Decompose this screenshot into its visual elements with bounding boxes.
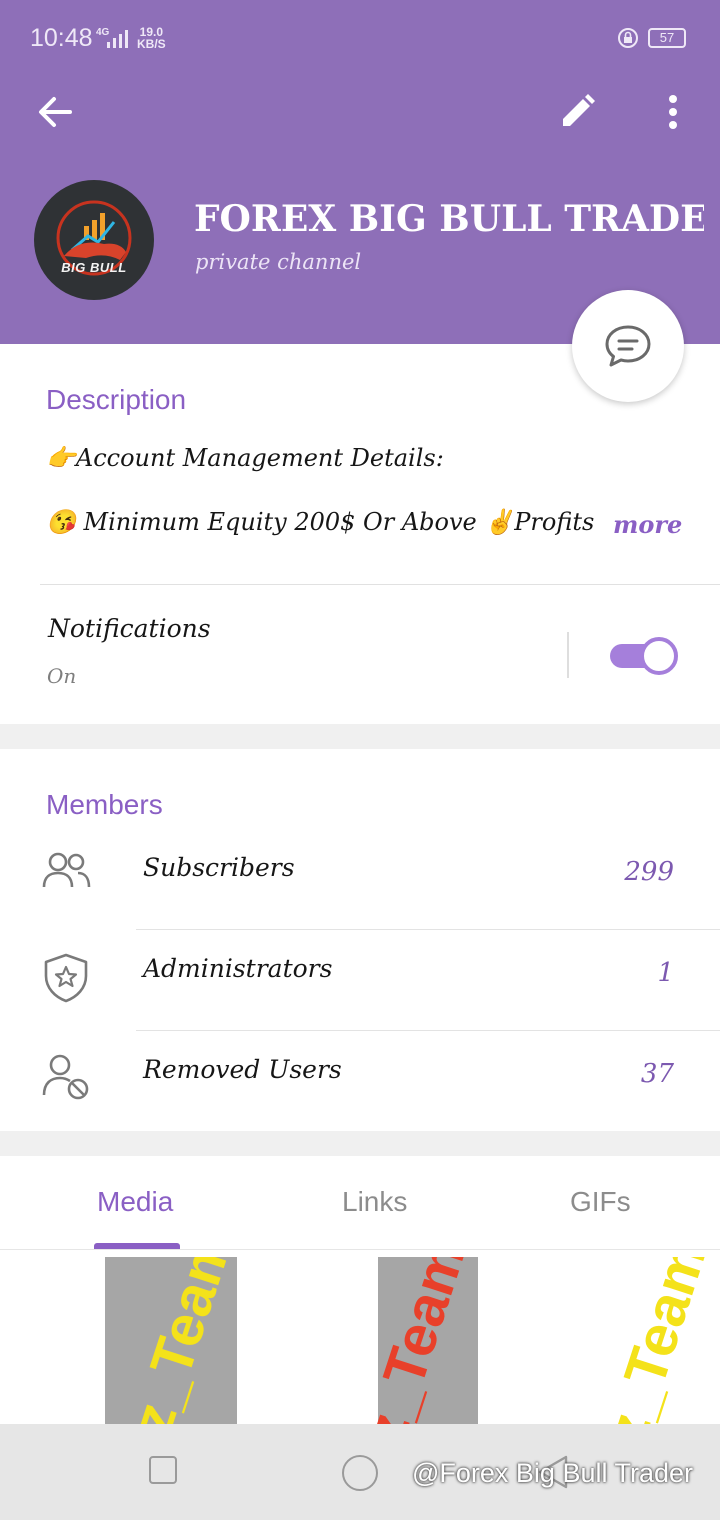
members-row-count: 299: [624, 857, 674, 887]
members-row-subscribers[interactable]: Subscribers 299: [0, 829, 720, 929]
avatar-logo-text: BIG BULL: [61, 260, 127, 275]
media-thumbnail[interactable]: z_Team: [241, 1257, 478, 1424]
toggle-knob: [640, 637, 678, 675]
notifications-status: On: [47, 664, 77, 688]
members-row-label: Removed Users: [143, 1055, 342, 1084]
more-link[interactable]: more: [613, 510, 682, 539]
tabs-divider: [0, 1249, 720, 1250]
description-line-1: 👉Account Management Details:: [46, 444, 444, 472]
thumbnail-watermark: z_Team: [592, 1257, 720, 1424]
chat-bubble-icon: [605, 325, 651, 367]
tab-gifs[interactable]: GIFs: [570, 1186, 631, 1218]
members-row-administrators[interactable]: Administrators 1: [0, 930, 720, 1030]
video-watermark: @Forex Big Bull Trader: [412, 1458, 694, 1488]
more-options-icon[interactable]: [668, 94, 678, 130]
members-row-label: Subscribers: [143, 853, 295, 882]
user-blocked-icon: [42, 1054, 89, 1100]
battery-indicator: 57: [648, 28, 686, 48]
network-speed: 19.0 KB/S: [137, 26, 166, 50]
members-row-count: 1: [657, 958, 674, 988]
shared-media-card: Media Links GIFs z_Team z_Team z_Team: [0, 1156, 720, 1424]
members-row-removed-users[interactable]: Removed Users 37: [0, 1031, 720, 1131]
status-bar: 10:48 4G 19.0 KB/S 57: [0, 0, 720, 76]
vertical-divider: [567, 632, 569, 678]
members-heading: Members: [46, 789, 163, 820]
media-thumbnail[interactable]: z_Team: [0, 1257, 237, 1424]
discuss-button[interactable]: [572, 290, 684, 402]
channel-title: FOREX BIG BULL TRADER: [194, 198, 704, 240]
home-button[interactable]: [342, 1455, 378, 1491]
members-row-count: 37: [640, 1059, 674, 1089]
channel-type: private channel: [195, 250, 362, 274]
channel-avatar[interactable]: BIG BULL: [34, 180, 154, 300]
shield-star-icon: [44, 953, 88, 1003]
divider: [40, 584, 720, 585]
notifications-toggle[interactable]: [610, 636, 678, 675]
info-card: Description 👉Account Management Details:…: [0, 344, 720, 724]
edit-pencil-icon[interactable]: [559, 94, 595, 130]
tab-media[interactable]: Media: [97, 1186, 173, 1218]
notifications-label: Notifications: [48, 614, 211, 643]
members-row-label: Administrators: [143, 954, 333, 983]
speed-unit: KB/S: [137, 37, 166, 51]
rotation-lock-icon: [618, 28, 638, 48]
media-thumbnail[interactable]: z_Team: [482, 1257, 720, 1424]
status-time: 10:48: [30, 24, 93, 52]
tab-links[interactable]: Links: [342, 1186, 407, 1218]
users-icon: [42, 852, 91, 888]
bull-logo-icon: [56, 200, 132, 276]
description-heading: Description: [46, 384, 187, 415]
recents-button[interactable]: [149, 1456, 177, 1484]
description-line-2: 😘 Minimum Equity 200$ Or Above ✌️Profits: [46, 508, 595, 536]
signal-icon: [107, 30, 128, 48]
back-arrow-icon[interactable]: [36, 94, 74, 130]
members-card: Members Subscribers 299 Administrators 1…: [0, 749, 720, 1131]
